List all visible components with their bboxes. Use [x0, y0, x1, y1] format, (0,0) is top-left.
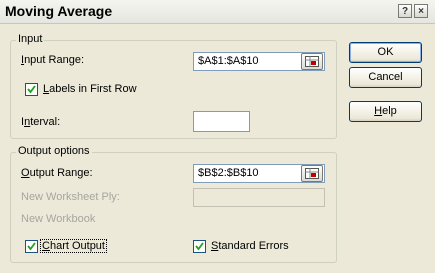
dialog-title: Moving Average [5, 3, 113, 19]
chart-output-label[interactable]: Chart Output [40, 239, 107, 253]
standard-errors-label[interactable]: Standard Errors [211, 240, 289, 252]
new-worksheet-ply-label: New Worksheet Ply: [21, 191, 120, 203]
close-icon[interactable]: × [414, 4, 428, 18]
checkmark-icon [195, 242, 204, 251]
interval-label: Interval: [21, 116, 61, 128]
input-range-label: Input Range: [21, 54, 84, 66]
output-options-legend: Output options [16, 145, 92, 157]
title-bar[interactable]: Moving Average ? × [0, 0, 435, 24]
interval-field[interactable] [193, 111, 250, 132]
range-selector-icon [305, 56, 319, 67]
checkmark-icon [27, 242, 36, 251]
standard-errors-checkbox[interactable] [193, 240, 206, 253]
labels-first-row-label[interactable]: Labels in First Row [43, 83, 137, 95]
labels-first-row-checkbox[interactable] [25, 83, 38, 96]
input-range-collapse-button[interactable] [301, 53, 323, 70]
new-workbook-label: New Workbook [21, 213, 96, 225]
range-selector-icon [305, 168, 319, 179]
ok-button[interactable]: OK [349, 42, 422, 63]
chart-output-checkbox[interactable] [25, 240, 38, 253]
help-button[interactable]: Help [349, 101, 422, 122]
output-range-label: Output Range: [21, 167, 93, 179]
new-worksheet-ply-field [193, 188, 325, 207]
input-group-legend: Input [16, 33, 45, 45]
checkmark-icon [27, 85, 36, 94]
cancel-button[interactable]: Cancel [349, 67, 422, 88]
output-range-collapse-button[interactable] [301, 165, 323, 182]
help-icon[interactable]: ? [398, 4, 412, 18]
